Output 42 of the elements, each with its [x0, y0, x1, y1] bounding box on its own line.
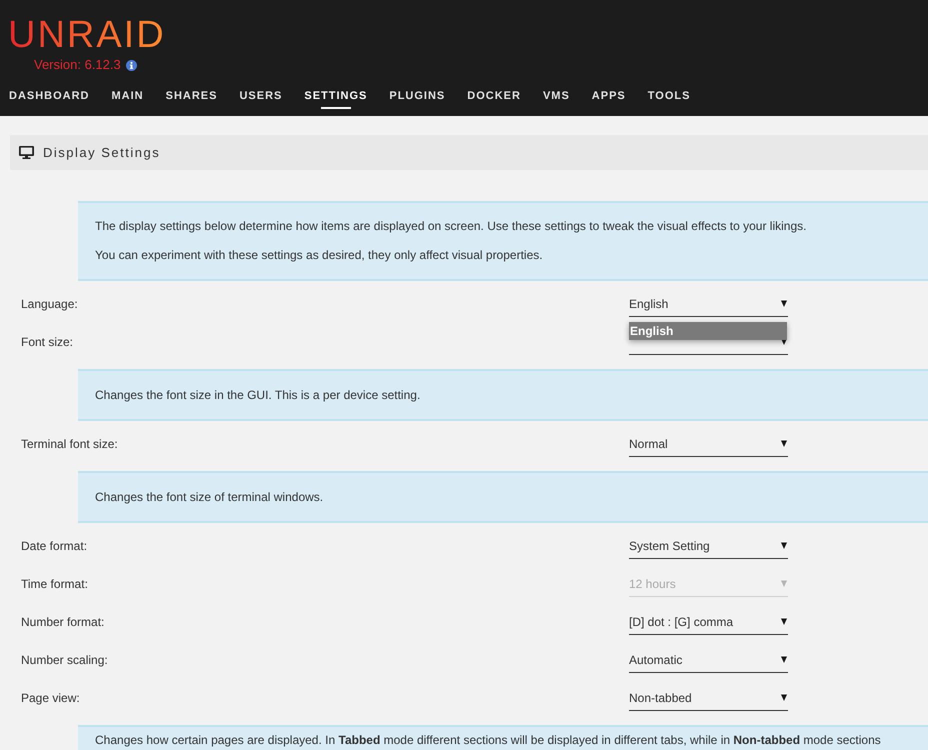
caret-icon [781, 656, 787, 663]
monitor-icon [19, 146, 34, 159]
info-text: You can experiment with these settings as desired, they only affect visual properties. [95, 248, 543, 262]
nav-tab[interactable]: TOOLS [648, 89, 690, 109]
nav-tab[interactable]: SETTINGS [304, 89, 368, 109]
setting-label: Time format: [21, 576, 89, 593]
setting-label: Number scaling: [21, 652, 109, 669]
info-text: The display settings below determine how items are displayed on screen. Use these settings to tweak the visual effects to your likings. [95, 219, 806, 233]
caret-icon [781, 694, 787, 701]
version-text: Version: 6.12.3 [34, 56, 121, 74]
nav-tab[interactable]: PLUGINS [389, 89, 446, 109]
dropdown-option[interactable]: English [629, 322, 787, 340]
info-text: Changes how certain pages are displayed. In Tabbed mode different sections will be displayed in different tabs, while in Non-tabbed mode sections [95, 733, 881, 747]
setting-label: Font size: [21, 334, 74, 351]
setting-label: Date format: [21, 538, 88, 555]
info-text: Changes the font size of terminal windows. [95, 490, 324, 504]
nav-tab[interactable]: APPS [592, 89, 626, 109]
info-icon[interactable] [126, 60, 137, 70]
info-text: Changes the font size in the GUI. This is a per device setting. [95, 388, 420, 402]
setting-label: Terminal font size: [21, 436, 119, 453]
nav-tab[interactable]: USERS [239, 89, 282, 109]
dropdown-select[interactable]: Normal [629, 431, 788, 457]
dropdown-select[interactable]: System Setting [629, 533, 788, 559]
caret-icon [781, 580, 787, 587]
dropdown-select[interactable]: Non-tabbed [629, 685, 788, 711]
nav-tab[interactable]: SHARES [166, 89, 218, 109]
nav-tab[interactable]: DOCKER [467, 89, 521, 109]
setting-label: Language: [21, 296, 79, 313]
nav-tab[interactable]: MAIN [112, 89, 144, 109]
nav-tab[interactable]: VMS [542, 89, 570, 109]
caret-icon [781, 440, 787, 447]
dropdown-select[interactable]: English [629, 291, 788, 317]
section-title: Display Settings [43, 144, 160, 162]
caret-icon [781, 618, 787, 625]
caret-icon [781, 338, 787, 345]
dropdown-select[interactable]: [D] dot : [G] comma [629, 609, 788, 635]
dropdown-select[interactable]: Automatic [629, 647, 788, 673]
setting-label: Page view: [21, 690, 81, 707]
caret-icon [781, 542, 787, 549]
nav-tab[interactable]: DASHBOARD [9, 89, 90, 109]
setting-label: Number format: [21, 614, 106, 631]
caret-icon [781, 300, 787, 307]
